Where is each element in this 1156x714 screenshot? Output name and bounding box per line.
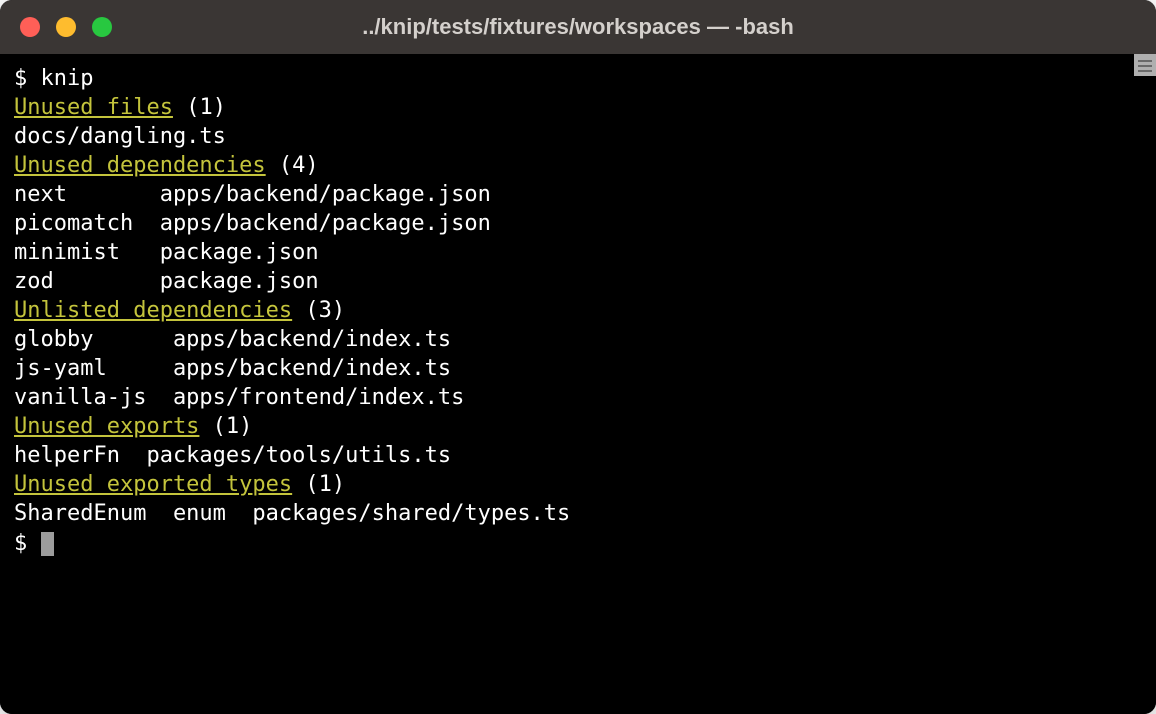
section-count: (1) bbox=[199, 414, 252, 439]
prompt-symbol: $ bbox=[14, 531, 41, 556]
section-header-text: Unused exported types bbox=[14, 472, 292, 497]
output-row: vanilla-js apps/frontend/index.ts bbox=[14, 383, 1142, 412]
terminal-body[interactable]: $ knipUnused files (1)docs/dangling.tsUn… bbox=[0, 54, 1156, 714]
output-row: minimist package.json bbox=[14, 238, 1142, 267]
traffic-lights bbox=[0, 17, 112, 37]
command-text: knip bbox=[41, 66, 94, 91]
titlebar: ../knip/tests/fixtures/workspaces — -bas… bbox=[0, 0, 1156, 54]
maximize-button[interactable] bbox=[92, 17, 112, 37]
output-row: next apps/backend/package.json bbox=[14, 180, 1142, 209]
section-header-text: Unused files bbox=[14, 95, 173, 120]
scrollbar-lines-icon[interactable] bbox=[1134, 54, 1156, 76]
section-count: (4) bbox=[266, 153, 319, 178]
section-header-text: Unused dependencies bbox=[14, 153, 266, 178]
minimize-button[interactable] bbox=[56, 17, 76, 37]
cursor bbox=[41, 532, 54, 556]
window-title: ../knip/tests/fixtures/workspaces — -bas… bbox=[0, 14, 1156, 40]
output-row: picomatch apps/backend/package.json bbox=[14, 209, 1142, 238]
output-row: zod package.json bbox=[14, 267, 1142, 296]
prompt-symbol: $ bbox=[14, 66, 41, 91]
output-row: SharedEnum enum packages/shared/types.ts bbox=[14, 499, 1142, 528]
section-header-line: Unused exported types (1) bbox=[14, 470, 1142, 499]
section-header-line: Unused exports (1) bbox=[14, 412, 1142, 441]
section-header-line: Unused files (1) bbox=[14, 93, 1142, 122]
section-header-line: Unlisted dependencies (3) bbox=[14, 296, 1142, 325]
output-row: helperFn packages/tools/utils.ts bbox=[14, 441, 1142, 470]
terminal-window: ../knip/tests/fixtures/workspaces — -bas… bbox=[0, 0, 1156, 714]
section-count: (3) bbox=[292, 298, 345, 323]
section-header-text: Unused exports bbox=[14, 414, 199, 439]
close-button[interactable] bbox=[20, 17, 40, 37]
prompt-line: $ bbox=[14, 529, 1142, 558]
output-row: globby apps/backend/index.ts bbox=[14, 325, 1142, 354]
command-line: $ knip bbox=[14, 64, 1142, 93]
section-header-text: Unlisted dependencies bbox=[14, 298, 292, 323]
section-header-line: Unused dependencies (4) bbox=[14, 151, 1142, 180]
section-count: (1) bbox=[292, 472, 345, 497]
output-row: docs/dangling.ts bbox=[14, 122, 1142, 151]
output-row: js-yaml apps/backend/index.ts bbox=[14, 354, 1142, 383]
scrollbar[interactable] bbox=[1134, 54, 1156, 714]
section-count: (1) bbox=[173, 95, 226, 120]
